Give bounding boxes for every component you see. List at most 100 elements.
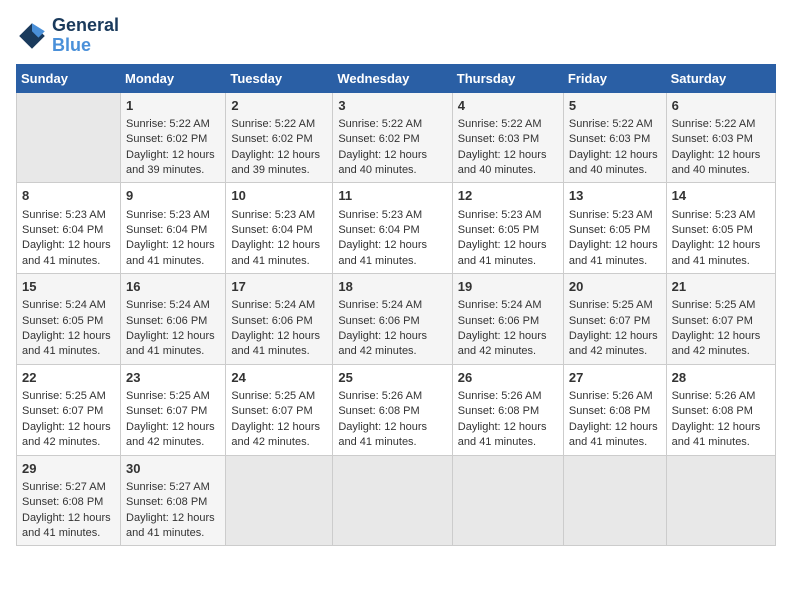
sunrise-text: Sunrise: 5:23 AM	[231, 209, 315, 221]
sunrise-text: Sunrise: 5:23 AM	[338, 209, 422, 221]
sunrise-text: Sunrise: 5:23 AM	[569, 209, 653, 221]
calendar-cell: 18 Sunrise: 5:24 AM Sunset: 6:06 PM Dayligh…	[333, 274, 452, 365]
daylight-label: Daylight: 12 hours and 42 minutes.	[569, 330, 658, 357]
calendar-cell	[226, 455, 333, 546]
calendar-cell: 29Sunrise: 5:27 AMSunset: 6:08 PMDayligh…	[17, 455, 121, 546]
sunset-text: Sunset: 6:06 PM	[458, 315, 539, 327]
calendar-cell: 12Sunrise: 5:23 AMSunset: 6:05 PMDayligh…	[452, 183, 563, 274]
sunset-text: Sunset: 6:08 PM	[22, 496, 103, 508]
sunset-text: Sunset: 6:03 PM	[458, 133, 539, 145]
sunset-text: Sunset: 6:08 PM	[338, 405, 419, 417]
sunrise-text: Sunrise: 5:24 AM	[338, 299, 422, 311]
sunset-text: Sunset: 6:04 PM	[22, 224, 103, 236]
day-number: 8	[22, 187, 115, 205]
calendar-week-row: 22Sunrise: 5:25 AMSunset: 6:07 PMDayligh…	[17, 364, 776, 455]
day-number: 17	[231, 278, 327, 296]
day-number: 18	[338, 278, 446, 296]
sunset-text: Sunset: 6:07 PM	[672, 315, 753, 327]
daylight-label: Daylight: 12 hours and 41 minutes.	[672, 421, 761, 448]
sunset-text: Sunset: 6:07 PM	[569, 315, 650, 327]
day-number: 19	[458, 278, 558, 296]
calendar-cell: 17Sunrise: 5:24 AMSunset: 6:06 PMDayligh…	[226, 274, 333, 365]
day-number: 14	[672, 187, 770, 205]
calendar-cell: 6Sunrise: 5:22 AMSunset: 6:03 PMDaylight…	[666, 92, 775, 183]
sunrise-text: Sunrise: 5:24 AM	[458, 299, 542, 311]
calendar-cell: 11Sunrise: 5:23 AMSunset: 6:04 PMDayligh…	[333, 183, 452, 274]
daylight-label: Daylight: 12 hours and 41 minutes.	[569, 239, 658, 266]
daylight-label: Daylight: 12 hours and 42 minutes.	[126, 421, 215, 448]
header-cell-thursday: Thursday	[452, 64, 563, 92]
calendar-week-row: 8 Sunrise: 5:23 AM Sunset: 6:04 PM Daylight…	[17, 183, 776, 274]
sunset-text: Sunset: 6:02 PM	[338, 133, 419, 145]
daylight-label: Daylight: 12 hours and 41 minutes.	[22, 512, 111, 539]
daylight-label: Daylight: 12 hours and 41 minutes.	[126, 239, 215, 266]
sunrise-text: Sunrise: 5:23 AM	[126, 209, 210, 221]
daylight-label: Daylight: 12 hours and 41 minutes.	[22, 239, 111, 266]
daylight-label: Daylight: 12 hours and 41 minutes.	[672, 239, 761, 266]
calendar-cell: 15Sunrise: 5:24 AMSunset: 6:05 PMDayligh…	[17, 274, 121, 365]
calendar-week-row: 29 Sunrise: 5:27 AM Sunset: 6:08 PM Dayligh…	[17, 455, 776, 546]
sunrise-text: Sunrise: 5:25 AM	[231, 390, 315, 402]
day-number: 24	[231, 369, 327, 387]
calendar-table: SundayMondayTuesdayWednesdayThursdayFrid…	[16, 64, 776, 547]
calendar-cell: 25Sunrise: 5:26 AMSunset: 6:08 PMDayligh…	[333, 364, 452, 455]
sunrise-text: Sunrise: 5:25 AM	[672, 299, 756, 311]
sunrise-text: Sunrise: 5:22 AM	[458, 118, 542, 130]
day-number: 13	[569, 187, 661, 205]
sunset-text: Sunset: 6:06 PM	[231, 315, 312, 327]
daylight-label: Daylight: 12 hours and 41 minutes.	[126, 512, 215, 539]
sunrise-text: Sunrise: 5:22 AM	[672, 118, 756, 130]
calendar-cell: 24Sunrise: 5:25 AMSunset: 6:07 PMDayligh…	[226, 364, 333, 455]
calendar-week-row: 15Sunrise: 5:24 AMSunset: 6:05 PMDayligh…	[17, 274, 776, 365]
sunrise-text: Sunrise: 5:22 AM	[231, 118, 315, 130]
sunset-text: Sunset: 6:05 PM	[569, 224, 650, 236]
sunset-text: Sunset: 6:03 PM	[569, 133, 650, 145]
header-cell-wednesday: Wednesday	[333, 64, 452, 92]
daylight-label: Daylight: 12 hours and 42 minutes.	[22, 421, 111, 448]
sunset-text: Sunset: 6:04 PM	[126, 224, 207, 236]
header-cell-sunday: Sunday	[17, 64, 121, 92]
sunrise-text: Sunrise: 5:22 AM	[569, 118, 653, 130]
daylight-label: Daylight: 12 hours and 41 minutes.	[458, 239, 547, 266]
daylight-label: Daylight: 12 hours and 39 minutes.	[231, 149, 320, 176]
day-number: 5	[569, 97, 661, 115]
sunset-text: Sunset: 6:06 PM	[338, 315, 419, 327]
sunrise-text: Sunrise: 5:22 AM	[126, 118, 210, 130]
calendar-cell: 22Sunrise: 5:25 AMSunset: 6:07 PMDayligh…	[17, 364, 121, 455]
header-cell-monday: Monday	[121, 64, 226, 92]
logo-text: GeneralBlue	[52, 16, 119, 56]
daylight-label: Daylight: 12 hours and 41 minutes.	[338, 239, 427, 266]
day-number: 6	[672, 97, 770, 115]
day-number: 20	[569, 278, 661, 296]
sunrise-text: Sunrise: 5:25 AM	[22, 390, 106, 402]
day-number: 26	[458, 369, 558, 387]
calendar-cell: 27Sunrise: 5:26 AMSunset: 6:08 PMDayligh…	[563, 364, 666, 455]
calendar-cell: 14Sunrise: 5:23 AMSunset: 6:05 PMDayligh…	[666, 183, 775, 274]
daylight-label: Daylight: 12 hours and 41 minutes.	[126, 330, 215, 357]
calendar-cell: 5Sunrise: 5:22 AMSunset: 6:03 PMDaylight…	[563, 92, 666, 183]
sunrise-text: Sunrise: 5:23 AM	[672, 209, 756, 221]
daylight-label: Daylight: 12 hours and 42 minutes.	[338, 330, 427, 357]
sunset-text: Sunset: 6:08 PM	[672, 405, 753, 417]
day-number: 1	[126, 97, 220, 115]
calendar-cell	[452, 455, 563, 546]
sunrise-text: Sunrise: 5:26 AM	[338, 390, 422, 402]
sunset-text: Sunset: 6:08 PM	[569, 405, 650, 417]
sunrise-text: Sunrise: 5:24 AM	[231, 299, 315, 311]
day-number: 29	[22, 460, 115, 478]
sunset-text: Sunset: 6:06 PM	[126, 315, 207, 327]
daylight-label: Daylight: 12 hours and 41 minutes.	[569, 421, 658, 448]
day-number: 9	[126, 187, 220, 205]
day-number: 15	[22, 278, 115, 296]
daylight-label: Daylight: 12 hours and 40 minutes.	[458, 149, 547, 176]
day-number: 10	[231, 187, 327, 205]
calendar-cell: 1Sunrise: 5:22 AMSunset: 6:02 PMDaylight…	[121, 92, 226, 183]
calendar-header-row: SundayMondayTuesdayWednesdayThursdayFrid…	[17, 64, 776, 92]
sunset-text: Sunset: 6:07 PM	[126, 405, 207, 417]
sunset-text: Sunset: 6:07 PM	[22, 405, 103, 417]
calendar-cell: 26Sunrise: 5:26 AMSunset: 6:08 PMDayligh…	[452, 364, 563, 455]
day-number: 23	[126, 369, 220, 387]
sunset-text: Sunset: 6:04 PM	[231, 224, 312, 236]
sunrise-text: Sunrise: 5:27 AM	[126, 481, 210, 493]
calendar-cell: 20Sunrise: 5:25 AMSunset: 6:07 PMDayligh…	[563, 274, 666, 365]
